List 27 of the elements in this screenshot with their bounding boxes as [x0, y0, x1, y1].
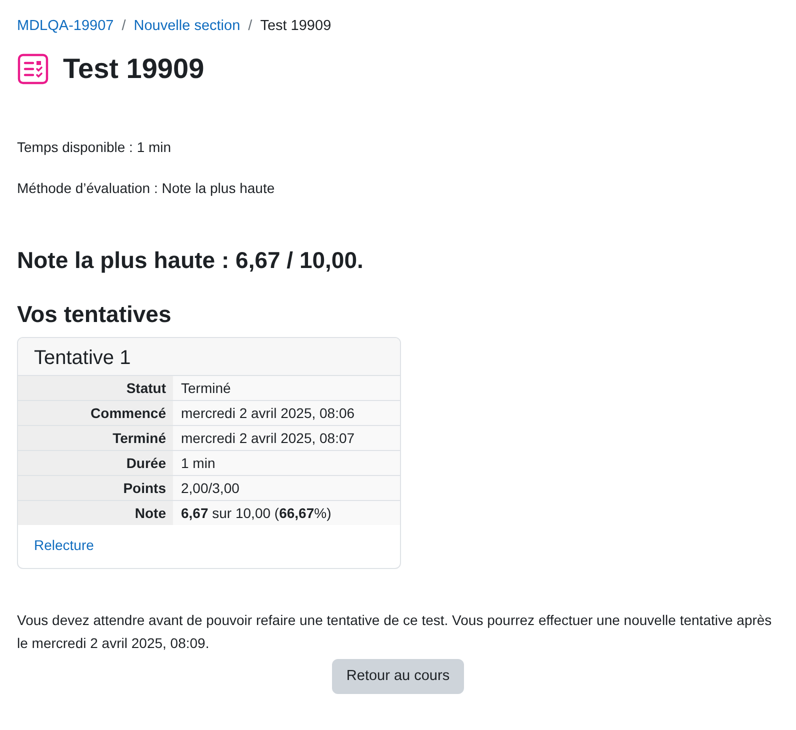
- review-link[interactable]: Relecture: [34, 536, 94, 553]
- row-label: Statut: [18, 375, 173, 400]
- row-value: Terminé: [173, 375, 400, 400]
- highest-grade-heading: Note la plus haute : 6,67 / 10,00.: [17, 247, 364, 275]
- info-text: Temps disponible : 1 min: [17, 138, 172, 158]
- breadcrumb-link[interactable]: MDLQA-19907: [17, 16, 114, 38]
- row-value: 6,67 sur 10,00 (66,67%): [173, 500, 400, 525]
- breadcrumb-link[interactable]: Nouvelle section: [134, 16, 240, 38]
- row-label: Commencé: [18, 400, 173, 426]
- row-label: Note: [18, 500, 173, 525]
- breadcrumb-current: Test 19909: [260, 17, 332, 36]
- attempt-title: Tentative 1: [18, 338, 400, 375]
- row-value: mercredi 2 avril 2025, 08:06: [173, 400, 400, 426]
- row-value: mercredi 2 avril 2025, 08:07: [173, 425, 400, 450]
- row-label: Durée: [18, 450, 173, 476]
- info-text: Méthode d’évaluation : Note la plus haute: [17, 179, 276, 198]
- back-button[interactable]: Retour au cours: [332, 658, 464, 694]
- row-label: Points: [18, 475, 173, 500]
- row-value: 2,00/3,00: [173, 475, 400, 500]
- row-value: 1 min: [173, 450, 400, 476]
- breadcrumb-separator: /: [122, 17, 126, 36]
- breadcrumb-separator: /: [248, 17, 252, 36]
- row-label: Terminé: [18, 425, 173, 450]
- attempts-heading: Vos tentatives: [17, 300, 172, 329]
- page-title: Test 19909: [63, 52, 204, 86]
- notice-text: Vous devez attendre avant de pouvoir refaire une tentative de ce test. Vous pourrez effectuer une nouvelle tentative après le mercredi 2 avril 2025, 08:09.: [17, 610, 773, 653]
- quiz-icon: [17, 52, 49, 85]
